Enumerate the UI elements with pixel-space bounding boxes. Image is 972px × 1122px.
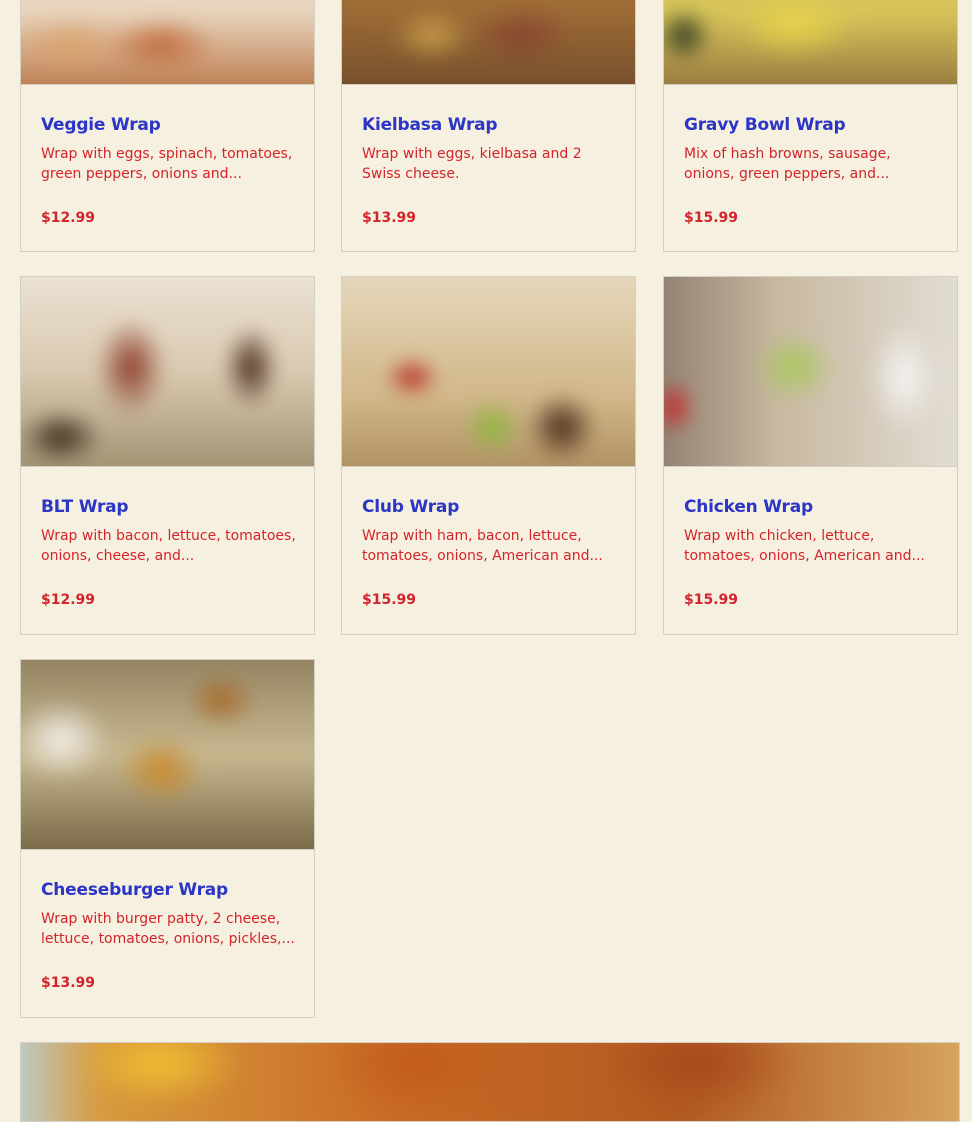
menu-item-card[interactable]: Veggie Wrap Wrap with eggs, spinach, tom…	[20, 0, 315, 252]
menu-item-description: Wrap with eggs, spinach, tomatoes, green…	[41, 146, 293, 182]
menu-item-description: Wrap with ham, bacon, lettuce, tomatoes,…	[362, 528, 603, 564]
menu-item-title: Veggie Wrap	[41, 115, 161, 135]
menu-item-description: Wrap with chicken, lettuce, tomatoes, on…	[684, 528, 925, 564]
menu-item-price: $12.99	[41, 592, 96, 608]
menu-item-card[interactable]: Chicken Wrap Wrap with chicken, lettuce,…	[663, 276, 958, 635]
menu-item-image	[21, 277, 314, 467]
menu-item-image	[342, 277, 635, 467]
menu-item-card[interactable]: Cheeseburger Wrap Wrap with burger patty…	[20, 659, 315, 1018]
menu-item-image	[21, 0, 314, 85]
menu-item-image	[21, 660, 314, 850]
menu-item-image	[664, 0, 957, 85]
menu-item-price: $15.99	[684, 210, 739, 226]
menu-item-title: Kielbasa Wrap	[362, 115, 498, 135]
menu-item-title: BLT Wrap	[41, 497, 129, 517]
menu-item-description: Wrap with burger patty, 2 cheese, lettuc…	[41, 911, 295, 947]
menu-item-title: Gravy Bowl Wrap	[684, 115, 846, 135]
menu-item-price: $13.99	[41, 975, 96, 991]
menu-item-price: $12.99	[41, 210, 96, 226]
menu-item-image	[342, 0, 635, 85]
menu-item-price: $15.99	[362, 592, 417, 608]
menu-item-image	[664, 277, 957, 467]
menu-item-price: $15.99	[684, 592, 739, 608]
menu-item-card[interactable]: Kielbasa Wrap Wrap with eggs, kielbasa a…	[341, 0, 636, 252]
menu-item-price: $13.99	[362, 210, 417, 226]
menu-item-card[interactable]: Gravy Bowl Wrap Mix of hash browns, saus…	[663, 0, 958, 252]
menu-item-description: Mix of hash browns, sausage, onions, gre…	[684, 146, 891, 182]
menu-item-card[interactable]: BLT Wrap Wrap with bacon, lettuce, tomat…	[20, 276, 315, 635]
menu-item-card[interactable]: Club Wrap Wrap with ham, bacon, lettuce,…	[341, 276, 636, 635]
menu-item-title: Chicken Wrap	[684, 497, 813, 517]
menu-item-title: Club Wrap	[362, 497, 460, 517]
menu-item-description: Wrap with bacon, lettuce, tomatoes, onio…	[41, 528, 296, 564]
menu-item-title: Cheeseburger Wrap	[41, 880, 229, 900]
promo-banner-image	[20, 1042, 960, 1122]
menu-item-description: Wrap with eggs, kielbasa and 2 Swiss che…	[362, 146, 582, 182]
